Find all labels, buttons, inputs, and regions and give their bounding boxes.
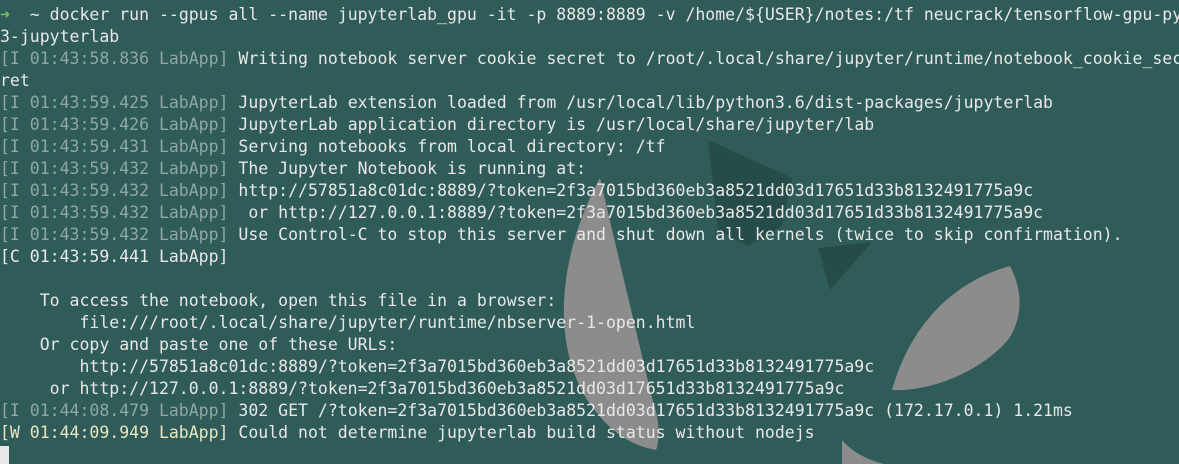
log-line: [I 01:43:58.836 LabApp] Writing notebook… — [0, 48, 1179, 70]
log-line: file:///root/.local/share/jupyter/runtim… — [0, 312, 1179, 334]
log-message: Writing notebook server cookie secret to… — [228, 49, 1179, 68]
log-message: Serving notebooks from local directory: … — [228, 137, 666, 156]
log-line: [I 01:43:59.431 LabApp] Serving notebook… — [0, 136, 1179, 158]
command-text: ~ docker run --gpus all --name jupyterla… — [9, 5, 1179, 24]
log-message: http://57851a8c01dc:8889/?token=2f3a7015… — [0, 357, 875, 376]
log-line: [I 01:43:59.432 LabApp] The Jupyter Note… — [0, 158, 1179, 180]
prompt-arrow-icon: ➜ — [0, 5, 10, 24]
log-prefix: [I 01:43:59.425 LabApp] — [0, 93, 229, 112]
log-line: [I 01:43:59.432 LabApp] Use Control-C to… — [0, 224, 1179, 246]
log-line: or http://127.0.0.1:8889/?token=2f3a7015… — [0, 378, 1179, 400]
log-line: [I 01:44:08.479 LabApp] 302 GET /?token=… — [0, 400, 1179, 422]
terminal-output: ➜ ~ docker run --gpus all --name jupyter… — [0, 0, 1179, 464]
log-prefix: [I 01:43:59.431 LabApp] — [0, 137, 229, 156]
log-message: JupyterLab extension loaded from /usr/lo… — [228, 93, 1053, 112]
log-message: http://57851a8c01dc:8889/?token=2f3a7015… — [228, 181, 1034, 200]
log-message: 302 GET /?token=2f3a7015bd360eb3a8521dd0… — [228, 401, 1073, 420]
log-message: file:///root/.local/share/jupyter/runtim… — [0, 313, 696, 332]
log-message: Use Control-C to stop this server and sh… — [228, 225, 1123, 244]
cursor-line — [0, 444, 1179, 464]
log-line: To access the notebook, open this file i… — [0, 290, 1179, 312]
log-line: [I 01:43:59.432 LabApp] or http://127.0.… — [0, 202, 1179, 224]
log-line: [C 01:43:59.441 LabApp] — [0, 246, 1179, 268]
log-message: The Jupyter Notebook is running at: — [228, 159, 587, 178]
log-message: Or copy and paste one of these URLs: — [0, 335, 398, 354]
log-line: ret — [0, 70, 1179, 92]
log-line: http://57851a8c01dc:8889/?token=2f3a7015… — [0, 356, 1179, 378]
log-message: To access the notebook, open this file i… — [0, 291, 557, 310]
log-prefix: [I 01:43:58.836 LabApp] — [0, 49, 229, 68]
log-line: [W 01:44:09.949 LabApp] Could not determ… — [0, 422, 1179, 444]
log-prefix: [I 01:43:59.432 LabApp] — [0, 203, 229, 222]
log-prefix: [C 01:43:59.441 LabApp] — [0, 247, 229, 266]
log-prefix: [I 01:43:59.432 LabApp] — [0, 225, 229, 244]
log-message: or http://127.0.0.1:8889/?token=2f3a7015… — [0, 379, 845, 398]
log-line: [I 01:43:59.432 LabApp] http://57851a8c0… — [0, 180, 1179, 202]
log-message: Could not determine jupyterlab build sta… — [228, 423, 815, 442]
log-message: ret — [0, 71, 30, 90]
log-line: [I 01:43:59.426 LabApp] JupyterLab appli… — [0, 114, 1179, 136]
command-continuation: 3-jupyterlab — [0, 27, 120, 46]
log-prefix: [I 01:43:59.432 LabApp] — [0, 159, 229, 178]
log-prefix: [W 01:44:09.949 LabApp] — [0, 423, 229, 442]
log-line: Or copy and paste one of these URLs: — [0, 334, 1179, 356]
terminal-cursor — [0, 445, 9, 464]
log-message: JupyterLab application directory is /usr… — [228, 115, 875, 134]
terminal-window[interactable]: ➜ ~ docker run --gpus all --name jupyter… — [0, 0, 1179, 464]
log-message: or http://127.0.0.1:8889/?token=2f3a7015… — [228, 203, 1044, 222]
log-prefix: [I 01:44:08.479 LabApp] — [0, 401, 229, 420]
log-prefix: [I 01:43:59.432 LabApp] — [0, 181, 229, 200]
log-line: [I 01:43:59.425 LabApp] JupyterLab exten… — [0, 92, 1179, 114]
command-line: ➜ ~ docker run --gpus all --name jupyter… — [0, 4, 1179, 26]
log-prefix: [I 01:43:59.426 LabApp] — [0, 115, 229, 134]
